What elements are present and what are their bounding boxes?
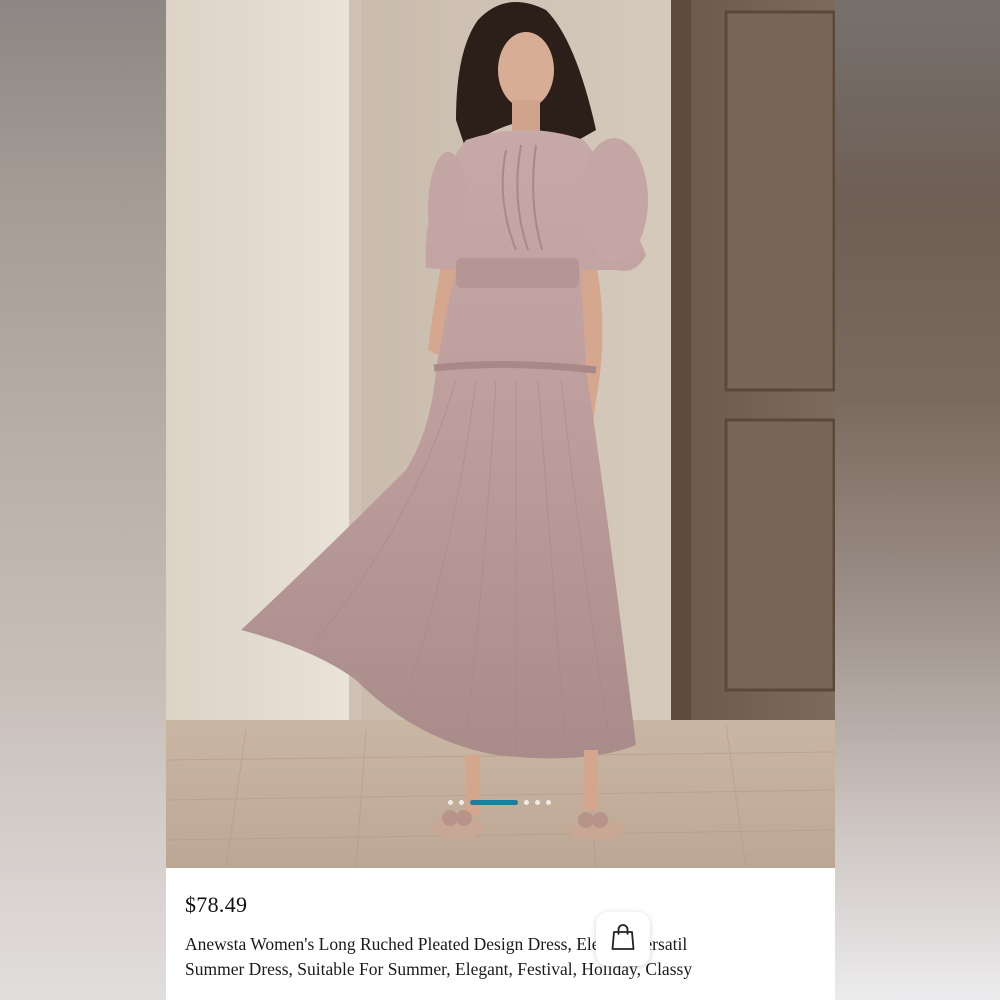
carousel-dot[interactable] xyxy=(524,799,529,805)
shopping-bag-icon xyxy=(610,923,636,956)
carousel-dot[interactable] xyxy=(546,799,551,805)
product-image[interactable] xyxy=(166,0,835,868)
product-price: $78.49 xyxy=(185,892,248,917)
blurred-background-left xyxy=(0,0,166,1000)
product-card: $78.49 Anewsta Women's Long Ruched Pleat… xyxy=(166,0,835,1000)
product-title-line-1: Anewsta Women's Long Ruched Pleated Desi… xyxy=(185,934,688,954)
carousel-dot-active[interactable] xyxy=(470,799,518,805)
blurred-background-right xyxy=(835,0,1000,1000)
image-carousel-indicator[interactable] xyxy=(448,796,568,808)
carousel-dot[interactable] xyxy=(448,799,453,805)
product-title[interactable]: Anewsta Women's Long Ruched Pleated Desi… xyxy=(185,932,825,982)
product-title-line-2: Summer Dress, Suitable For Summer, Elega… xyxy=(185,959,693,979)
carousel-dot[interactable] xyxy=(459,799,464,805)
add-to-bag-button[interactable] xyxy=(596,912,650,966)
product-info: $78.49 Anewsta Women's Long Ruched Pleat… xyxy=(166,868,835,1000)
carousel-dot[interactable] xyxy=(535,799,540,805)
